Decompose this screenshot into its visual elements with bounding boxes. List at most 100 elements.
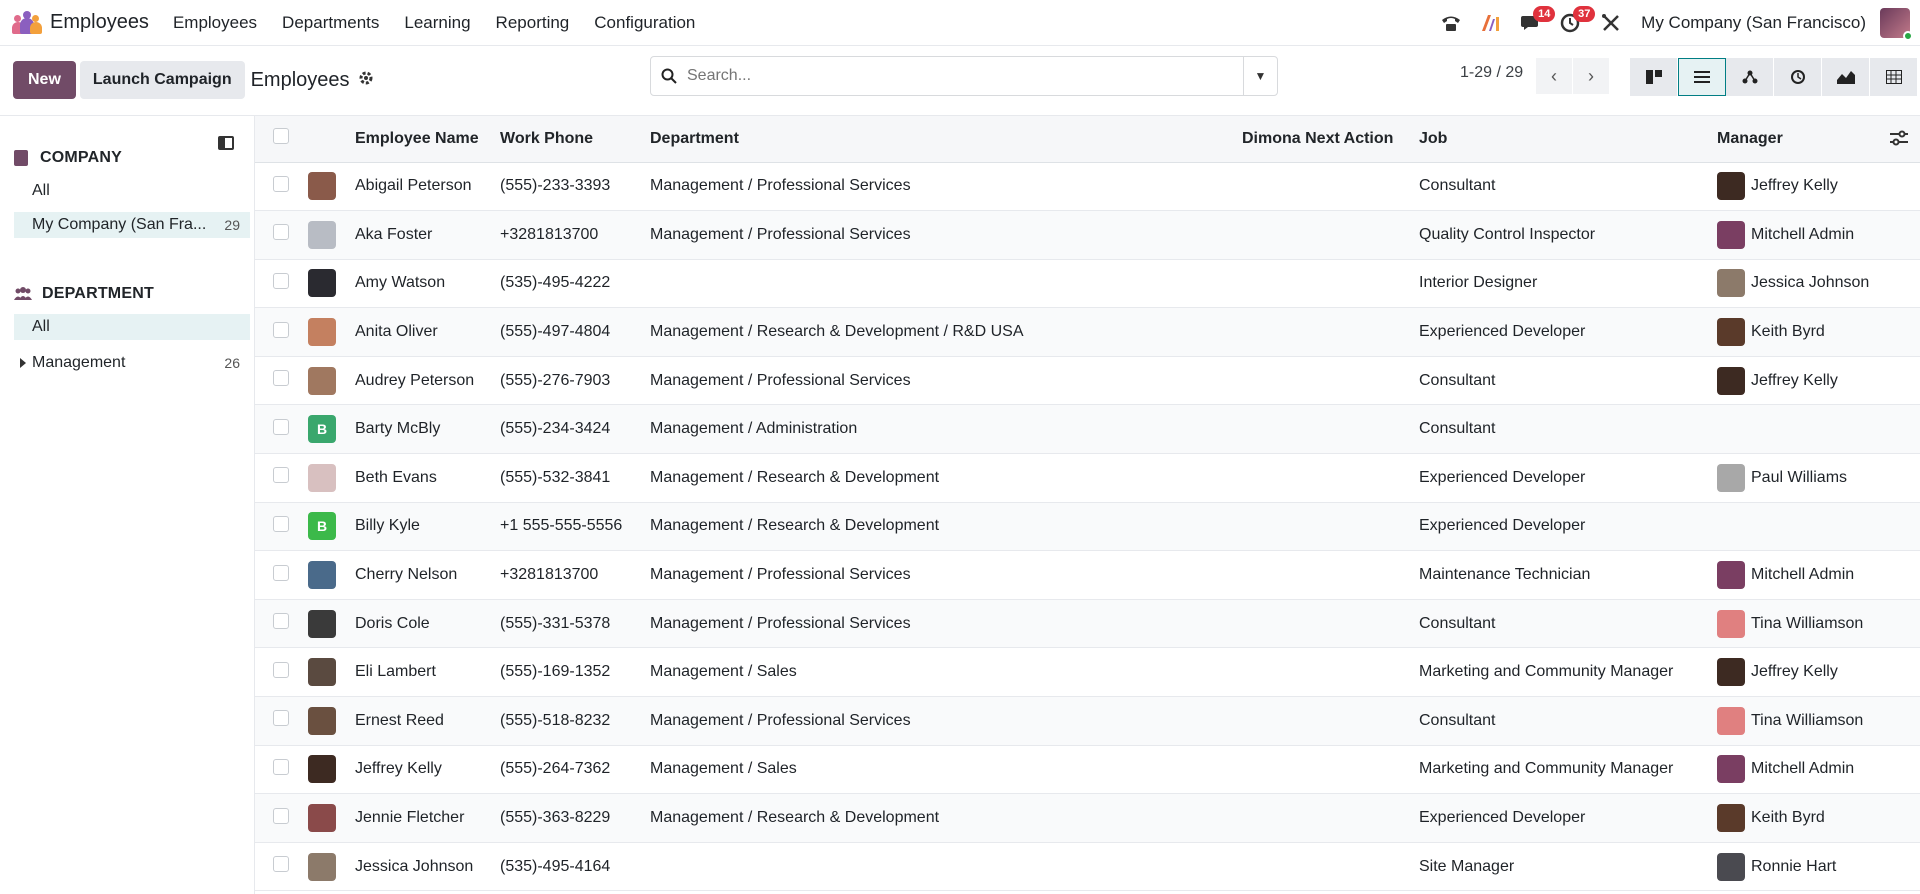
employee-name: Billy Kyle <box>355 502 500 552</box>
manager-avatar <box>1717 366 1745 395</box>
header-work-phone[interactable]: Work Phone <box>500 116 650 163</box>
company-filter-my-company[interactable]: My Company (San Fra... 29 <box>14 212 250 238</box>
messages-icon[interactable]: 14 <box>1511 5 1556 38</box>
header-department[interactable]: Department <box>650 116 1242 163</box>
table-row[interactable]: Jessica Johnson (535)-495-4164 Site Manage… <box>255 842 1920 892</box>
hierarchy-view-button[interactable] <box>1726 58 1774 96</box>
employee-avatar <box>308 366 336 395</box>
table-row[interactable]: B Barty McBly (555)-234-3424 Management / A… <box>255 404 1920 455</box>
main-content: COMPANY All My Company (San Fra... 29 DE… <box>0 115 1920 894</box>
row-checkbox[interactable] <box>273 467 289 484</box>
row-checkbox[interactable] <box>273 564 289 581</box>
table-row[interactable]: Cherry Nelson +3281813700 Management / Pro… <box>255 550 1920 600</box>
row-checkbox[interactable] <box>273 710 289 727</box>
panel-toggle-icon[interactable] <box>218 136 234 150</box>
employee-name: Doris Cole <box>355 599 500 649</box>
company-switcher[interactable]: My Company (San Francisco) <box>1641 13 1866 33</box>
table-row[interactable]: Jeffrey Kelly (555)-264-7362 Management / … <box>255 745 1920 795</box>
search-input[interactable] <box>687 67 1243 85</box>
manager-name: Jeffrey Kelly <box>1751 371 1838 389</box>
department-section-header: DEPARTMENT <box>0 282 254 306</box>
table-row[interactable]: Audrey Peterson (555)-276-7903 Management … <box>255 356 1920 406</box>
row-checkbox[interactable] <box>273 856 289 873</box>
search-bar: ▼ <box>650 56 1278 96</box>
graph-view-button[interactable] <box>1822 58 1870 96</box>
manager: Mitchell Admin <box>1717 561 1920 590</box>
pager-next-button[interactable]: › <box>1573 58 1609 94</box>
pager-previous-button[interactable]: ‹ <box>1536 58 1572 94</box>
row-checkbox[interactable] <box>273 272 289 289</box>
employee-avatar <box>308 852 336 881</box>
manager: Keith Byrd <box>1717 804 1920 833</box>
table-row[interactable]: Doris Cole (555)-331-5378 Management / Pro… <box>255 599 1920 649</box>
row-checkbox[interactable] <box>273 661 289 678</box>
menu-reporting[interactable]: Reporting <box>496 13 570 33</box>
manager-name: Jeffrey Kelly <box>1751 177 1838 195</box>
row-checkbox[interactable] <box>273 758 289 775</box>
menu-configuration[interactable]: Configuration <box>594 13 695 33</box>
row-checkbox[interactable] <box>273 807 289 824</box>
table-row[interactable]: Eli Lambert (555)-169-1352 Management / Sa… <box>255 647 1920 698</box>
table-row[interactable]: B Billy Kyle +1 555-555-5556 Management / R… <box>255 502 1920 552</box>
list-view-button[interactable] <box>1678 58 1726 96</box>
top-navbar: Employees Employees Departments Learning… <box>0 0 1920 46</box>
menu-departments[interactable]: Departments <box>282 13 379 33</box>
row-checkbox[interactable] <box>273 418 289 435</box>
gear-icon[interactable] <box>358 70 374 91</box>
search-options-toggle[interactable]: ▼ <box>1243 57 1277 95</box>
employees-app-icon[interactable] <box>10 10 42 36</box>
row-checkbox[interactable] <box>273 613 289 630</box>
manager: Paul Williams <box>1717 463 1920 492</box>
table-row[interactable]: Aka Foster +3281813700 Management / Profes… <box>255 210 1920 260</box>
company-filter-all[interactable]: All <box>14 178 250 204</box>
employee-avatar <box>308 463 336 492</box>
department-filter-all[interactable]: All <box>14 314 250 340</box>
work-phone: (555)-169-1352 <box>500 647 650 698</box>
dimona-next-action <box>1242 842 1419 892</box>
row-checkbox[interactable] <box>273 175 289 192</box>
optional-columns-icon[interactable] <box>1890 130 1908 151</box>
kanban-view-button[interactable] <box>1630 58 1678 96</box>
tools-icon[interactable] <box>1591 8 1631 38</box>
pager-value[interactable]: 1-29 / 29 <box>1460 64 1523 82</box>
activities-clock-icon[interactable]: 37 <box>1551 5 1596 38</box>
employee-avatar <box>308 561 336 590</box>
row-checkbox[interactable] <box>273 370 289 387</box>
page-title: Employees <box>250 68 350 91</box>
table-row[interactable]: Ernest Reed (555)-518-8232 Management / Pr… <box>255 696 1920 746</box>
job: Marketing and Community Manager <box>1419 745 1717 795</box>
header-employee-name[interactable]: Employee Name <box>355 116 500 163</box>
table-row[interactable]: Jennie Fletcher (555)-363-8229 Management … <box>255 793 1920 843</box>
row-checkbox[interactable] <box>273 224 289 241</box>
manager-avatar <box>1717 561 1745 590</box>
table-row[interactable]: Amy Watson (535)-495-4222 Interior Designe… <box>255 259 1920 309</box>
department-filter-management[interactable]: Management 26 <box>14 350 250 376</box>
select-all-checkbox[interactable] <box>273 128 289 145</box>
department: Management / Research & Development <box>650 453 1242 503</box>
table-row[interactable]: Abigail Peterson (555)-233-3393 Management… <box>255 162 1920 212</box>
employee-name: Cherry Nelson <box>355 550 500 600</box>
manager-avatar <box>1717 804 1745 833</box>
row-checkbox[interactable] <box>273 515 289 532</box>
work-phone: (555)-363-8229 <box>500 793 650 843</box>
table-row[interactable]: Beth Evans (555)-532-3841 Management / Res… <box>255 453 1920 503</box>
new-button[interactable]: New <box>13 61 76 99</box>
menu-learning[interactable]: Learning <box>404 13 470 33</box>
row-checkbox[interactable] <box>273 321 289 338</box>
manager-avatar <box>1717 706 1745 735</box>
dimona-next-action <box>1242 793 1419 843</box>
header-dimona-next-action[interactable]: Dimona Next Action <box>1242 116 1419 163</box>
table-row[interactable]: Anita Oliver (555)-497-4804 Management / R… <box>255 307 1920 357</box>
user-avatar[interactable] <box>1880 7 1913 41</box>
activity-view-button[interactable] <box>1774 58 1822 96</box>
app-name[interactable]: Employees <box>50 11 149 34</box>
phone-icon[interactable] <box>1431 8 1471 38</box>
manager-name: Paul Williams <box>1751 468 1848 486</box>
pivot-view-button[interactable] <box>1870 58 1918 96</box>
launch-campaign-button[interactable]: Launch Campaign <box>79 61 245 99</box>
work-phone: (555)-331-5378 <box>500 599 650 649</box>
ai-icon[interactable] <box>1471 8 1511 38</box>
header-job[interactable]: Job <box>1419 116 1717 163</box>
menu-employees[interactable]: Employees <box>173 13 257 33</box>
caret-right-icon[interactable] <box>20 358 26 368</box>
